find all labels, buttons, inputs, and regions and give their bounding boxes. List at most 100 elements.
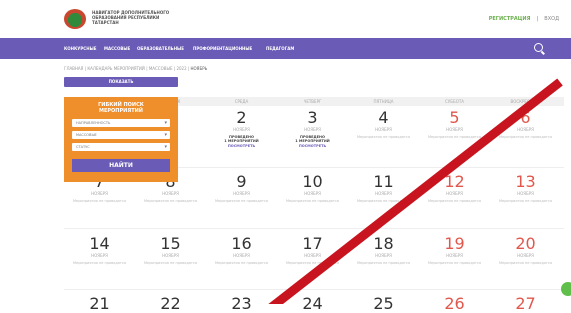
breadcrumb: ГЛАВНАЯ | КАЛЕНДАРЬ МЕРОПРИЯТИЙ | МАССОВ… bbox=[64, 66, 208, 71]
search-icon[interactable] bbox=[534, 43, 543, 52]
calendar-day[interactable]: 18 НОЯБРЯ Мероприятия не проводятся bbox=[348, 235, 419, 265]
calendar-day[interactable]: 5 НОЯБРЯ Мероприятия не проводятся bbox=[419, 109, 490, 139]
site-title-line: ТАТАРСТАН bbox=[92, 20, 119, 25]
day-month: НОЯБРЯ bbox=[375, 253, 392, 258]
find-button[interactable]: НАЙТИ bbox=[72, 159, 170, 172]
day-month: НОЯБРЯ bbox=[304, 253, 321, 258]
view-link[interactable]: ПОСМОТРЕТЬ bbox=[206, 144, 277, 148]
status-select-value: СТАТУС bbox=[76, 145, 90, 149]
calendar-day[interactable]: 12 НОЯБРЯ Мероприятия не проводятся bbox=[419, 173, 490, 203]
weekday-label: СУББОТА bbox=[444, 99, 465, 104]
day-month: НОЯБРЯ bbox=[91, 253, 108, 258]
breadcrumb-item[interactable]: МАССОВЫЕ bbox=[149, 66, 173, 71]
day-number: 6 bbox=[520, 108, 531, 127]
day-number: 11 bbox=[373, 172, 394, 191]
register-link[interactable]: РЕГИСТРАЦИЯ bbox=[489, 16, 531, 22]
site-title[interactable]: НАВИГАТОР ДОПОЛНИТЕЛЬНОГО ОБРАЗОВАНИЯ РЕ… bbox=[92, 10, 202, 25]
calendar-day[interactable]: 4 НОЯБРЯ Мероприятия не проводятся bbox=[348, 109, 419, 139]
held-count: 1 МЕРОПРИЯТИЙ bbox=[224, 139, 259, 143]
direction-select-value: НАПРАВЛЕННОСТЬ bbox=[76, 121, 111, 125]
calendar-day[interactable]: 17 НОЯБРЯ Мероприятия не проводятся bbox=[277, 235, 348, 265]
day-number: 20 bbox=[515, 234, 536, 253]
day-month: НОЯБРЯ bbox=[517, 191, 534, 196]
day-month: НОЯБРЯ bbox=[91, 191, 108, 196]
day-no-events: Мероприятия не проводятся bbox=[357, 135, 410, 139]
day-month: НОЯБРЯ bbox=[446, 253, 463, 258]
nav-item-mass[interactable]: МАССОВЫЕ bbox=[104, 46, 130, 51]
calendar-day[interactable]: 2 НОЯБРЯ ПРОВЕДЕНО 1 МЕРОПРИЯТИЙ ПОСМОТРЕ… bbox=[206, 109, 277, 148]
direction-select[interactable]: НАПРАВЛЕННОСТЬ bbox=[72, 119, 170, 127]
breadcrumb-item[interactable]: КАЛЕНДАРЬ МЕРОПРИЯТИЙ bbox=[87, 66, 145, 71]
calendar-day[interactable]: 20 НОЯБРЯ Мероприятия не проводятся bbox=[490, 235, 561, 265]
day-month: НОЯБРЯ bbox=[162, 253, 179, 258]
day-no-events: Мероприятия не проводятся bbox=[73, 261, 126, 265]
calendar-day[interactable]: 15 НОЯБРЯ Мероприятия не проводятся bbox=[135, 235, 206, 265]
day-no-events: Мероприятия не проводятся bbox=[73, 199, 126, 203]
day-no-events: Мероприятия не проводятся bbox=[428, 135, 481, 139]
day-number: 16 bbox=[231, 234, 252, 253]
day-month: НОЯБРЯ bbox=[446, 191, 463, 196]
day-month: НОЯБРЯ bbox=[233, 191, 250, 196]
breadcrumb-item[interactable]: 2022 bbox=[176, 66, 186, 71]
nav-item-education[interactable]: ОБРАЗОВАТЕЛЬНЫЕ bbox=[137, 46, 184, 51]
day-no-events: Мероприятия не проводятся bbox=[499, 199, 552, 203]
day-month: НОЯБРЯ bbox=[233, 253, 250, 258]
day-no-events: Мероприятия не проводятся bbox=[286, 261, 339, 265]
day-month: НОЯБРЯ bbox=[517, 253, 534, 258]
calendar-day[interactable]: 6 НОЯБРЯ Мероприятия не проводятся bbox=[490, 109, 561, 139]
day-number: 4 bbox=[378, 108, 389, 127]
day-no-events: Мероприятия не проводятся bbox=[428, 261, 481, 265]
day-month: НОЯБРЯ bbox=[517, 127, 534, 132]
row-divider bbox=[64, 228, 564, 229]
calendar-day[interactable]: 9 НОЯБРЯ Мероприятия не проводятся bbox=[206, 173, 277, 203]
day-month: НОЯБРЯ bbox=[375, 127, 392, 132]
weekday-label: ЧЕТВЕРГ bbox=[303, 99, 322, 104]
day-number: 14 bbox=[89, 234, 110, 253]
day-no-events: Мероприятия не проводятся bbox=[286, 199, 339, 203]
calendar-day[interactable]: 11 НОЯБРЯ Мероприятия не проводятся bbox=[348, 173, 419, 203]
day-no-events: Мероприятия не проводятся bbox=[428, 199, 481, 203]
calendar-day[interactable]: 14 НОЯБРЯ Мероприятия не проводятся bbox=[64, 235, 135, 265]
day-number: 17 bbox=[302, 234, 323, 253]
day-month: НОЯБРЯ bbox=[446, 127, 463, 132]
day-number: 3 bbox=[307, 108, 318, 127]
calendar-day[interactable]: 3 НОЯБРЯ ПРОВЕДЕНО 1 МЕРОПРИЯТИЙ ПОСМОТРЕ… bbox=[277, 109, 348, 148]
calendar-day[interactable]: 16 НОЯБРЯ Мероприятия не проводятся bbox=[206, 235, 277, 265]
nav-item-teachers[interactable]: ПЕДАГОГАМ bbox=[266, 46, 294, 51]
day-number: 9 bbox=[236, 172, 247, 191]
breadcrumb-item[interactable]: ГЛАВНАЯ bbox=[64, 66, 83, 71]
event-search-panel: ГИБКИЙ ПОИСК МЕРОПРИЯТИЙ НАПРАВЛЕННОСТЬ … bbox=[64, 97, 178, 182]
logo-icon[interactable] bbox=[64, 9, 86, 29]
day-number: 10 bbox=[302, 172, 323, 191]
day-no-events: Мероприятия не проводятся bbox=[144, 199, 197, 203]
day-number: 5 bbox=[449, 108, 460, 127]
chat-bubble-icon[interactable] bbox=[561, 282, 571, 296]
day-month: НОЯБРЯ bbox=[162, 191, 179, 196]
main-nav: КОНКУРСНЫЕ МАССОВЫЕ ОБРАЗОВАТЕЛЬНЫЕ ПРОФ… bbox=[0, 38, 571, 59]
calendar-day[interactable]: 19 НОЯБРЯ Мероприятия не проводятся bbox=[419, 235, 490, 265]
view-link[interactable]: ПОСМОТРЕТЬ bbox=[277, 144, 348, 148]
row-divider bbox=[64, 289, 564, 290]
day-number: 2 bbox=[236, 108, 247, 127]
calendar-day[interactable]: 10 НОЯБРЯ Мероприятия не проводятся bbox=[277, 173, 348, 203]
weekday-label: ПЯТНИЦА bbox=[373, 99, 394, 104]
day-number: 12 bbox=[444, 172, 465, 191]
day-no-events: Мероприятия не проводятся bbox=[499, 135, 552, 139]
day-number: 15 bbox=[160, 234, 181, 253]
show-button[interactable]: ПОКАЗАТЬ bbox=[64, 77, 178, 87]
calendar-day[interactable]: 13 НОЯБРЯ Мероприятия не проводятся bbox=[490, 173, 561, 203]
day-no-events: Мероприятия не проводятся bbox=[215, 261, 268, 265]
login-link[interactable]: ВХОД bbox=[544, 16, 559, 22]
nav-item-contest[interactable]: КОНКУРСНЫЕ bbox=[64, 46, 96, 51]
day-month: НОЯБРЯ bbox=[375, 191, 392, 196]
status-select[interactable]: СТАТУС bbox=[72, 143, 170, 151]
day-number: 19 bbox=[444, 234, 465, 253]
nav-item-career[interactable]: ПРОФОРИЕНТАЦИОННЫЕ bbox=[193, 46, 252, 51]
held-count: 1 МЕРОПРИЯТИЙ bbox=[295, 139, 330, 143]
panel-title: ГИБКИЙ ПОИСК МЕРОПРИЯТИЙ bbox=[64, 102, 178, 114]
day-events-held: ПРОВЕДЕНО 1 МЕРОПРИЯТИЙ bbox=[206, 135, 277, 143]
day-month: НОЯБРЯ bbox=[304, 127, 321, 132]
day-number: 13 bbox=[515, 172, 536, 191]
weekday-label: СРЕДА bbox=[234, 99, 249, 104]
type-select[interactable]: МАССОВЫЕ bbox=[72, 131, 170, 139]
